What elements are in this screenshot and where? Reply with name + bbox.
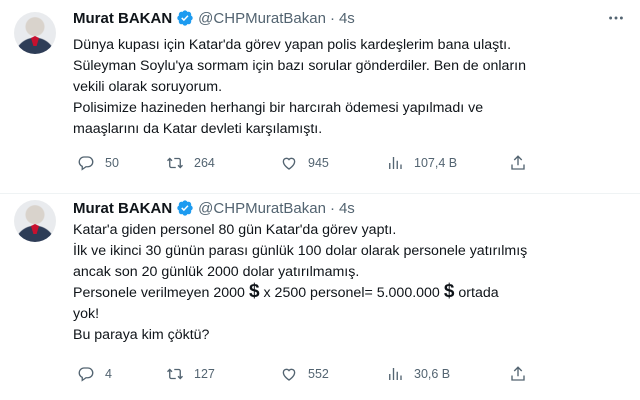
share-icon: [511, 155, 525, 170]
separator-dot: ·: [329, 9, 335, 27]
views-button[interactable]: 30,6 B: [386, 363, 450, 385]
text-line: ancak son 20 günlük 2000 dolar yatırılma…: [73, 264, 360, 280]
text-line: Polisimize hazineden herhangi bir harcır…: [73, 100, 484, 116]
share-button[interactable]: [509, 363, 537, 385]
text-line-with-currency: Personele verilmeyen 2000 $ x 2500 persone…: [73, 281, 621, 304]
author-handle[interactable]: @CHPMuratBakan: [198, 10, 326, 27]
tweet-text: Katar'a giden personel 80 gün Katar'da g…: [73, 220, 621, 346]
tweet-2[interactable]: Murat BAKAN @CHPMuratBakan · 4s Katar'a …: [0, 193, 640, 400]
like-button[interactable]: 945: [280, 152, 329, 174]
reply-count: 50: [105, 156, 119, 170]
separator-dot: ·: [329, 199, 335, 217]
avatar[interactable]: [14, 12, 56, 54]
reply-button[interactable]: 4: [77, 363, 112, 385]
text-line: yok!: [73, 306, 100, 322]
tweet-text: Dünya kupası için Katar'da görev yapan p…: [73, 35, 621, 140]
reply-count: 4: [105, 367, 112, 381]
reply-icon: [78, 156, 94, 171]
retweet-count: 264: [194, 156, 215, 170]
author-name[interactable]: Murat BAKAN: [73, 200, 172, 217]
views-icon: [389, 157, 402, 169]
text-fragment: x 2500 personel= 5.000.000: [263, 285, 440, 301]
views-button[interactable]: 107,4 B: [386, 152, 457, 174]
text-line: İlk ve ikinci 30 günün parası günlük 100…: [73, 243, 528, 259]
retweet-count: 127: [194, 367, 215, 381]
timestamp[interactable]: 4s: [339, 10, 355, 27]
text-line: Süleyman Soylu'ya sormam için bazı sorul…: [73, 58, 527, 74]
text-line: Katar'a giden personel 80 gün Katar'da g…: [73, 222, 397, 238]
like-icon: [282, 368, 296, 381]
tweet-header: Murat BAKAN @CHPMuratBakan · 4s: [73, 8, 355, 28]
author-name[interactable]: Murat BAKAN: [73, 10, 172, 27]
text-line: Bu paraya kim çöktü?: [73, 327, 210, 343]
like-button[interactable]: 552: [280, 363, 329, 385]
share-icon: [511, 366, 525, 381]
like-icon: [282, 157, 296, 170]
verified-badge-icon: [176, 9, 194, 27]
tweet-header: Murat BAKAN @CHPMuratBakan · 4s: [73, 198, 355, 218]
dollar-sign: $: [248, 281, 260, 302]
reply-icon: [78, 367, 94, 382]
text-line: Dünya kupası için Katar'da görev yapan p…: [73, 37, 512, 53]
reply-button[interactable]: 50: [77, 152, 119, 174]
like-count: 945: [308, 156, 329, 170]
like-count: 552: [308, 367, 329, 381]
tweet-1[interactable]: Murat BAKAN @CHPMuratBakan · 4s Dünya ku…: [0, 0, 640, 193]
views-count: 30,6 B: [414, 367, 451, 381]
text-line: vekili olarak soruyorum.: [73, 79, 223, 95]
views-count: 107,4 B: [414, 156, 458, 170]
retweet-icon: [167, 157, 183, 169]
timestamp[interactable]: 4s: [339, 200, 355, 217]
more-icon[interactable]: [606, 9, 626, 29]
text-fragment: ortada: [458, 285, 499, 301]
views-icon: [389, 368, 402, 380]
avatar[interactable]: [14, 200, 56, 242]
retweet-button[interactable]: 264: [166, 152, 215, 174]
author-handle[interactable]: @CHPMuratBakan: [198, 200, 326, 217]
text-fragment: Personele verilmeyen 2000: [73, 285, 245, 301]
verified-badge-icon: [176, 199, 194, 217]
share-button[interactable]: [509, 152, 537, 174]
text-line: maaşlarını da Katar devleti karşılamıştı…: [73, 121, 323, 137]
dollar-sign: $: [443, 281, 455, 302]
retweet-icon: [167, 368, 183, 380]
retweet-button[interactable]: 127: [166, 363, 215, 385]
